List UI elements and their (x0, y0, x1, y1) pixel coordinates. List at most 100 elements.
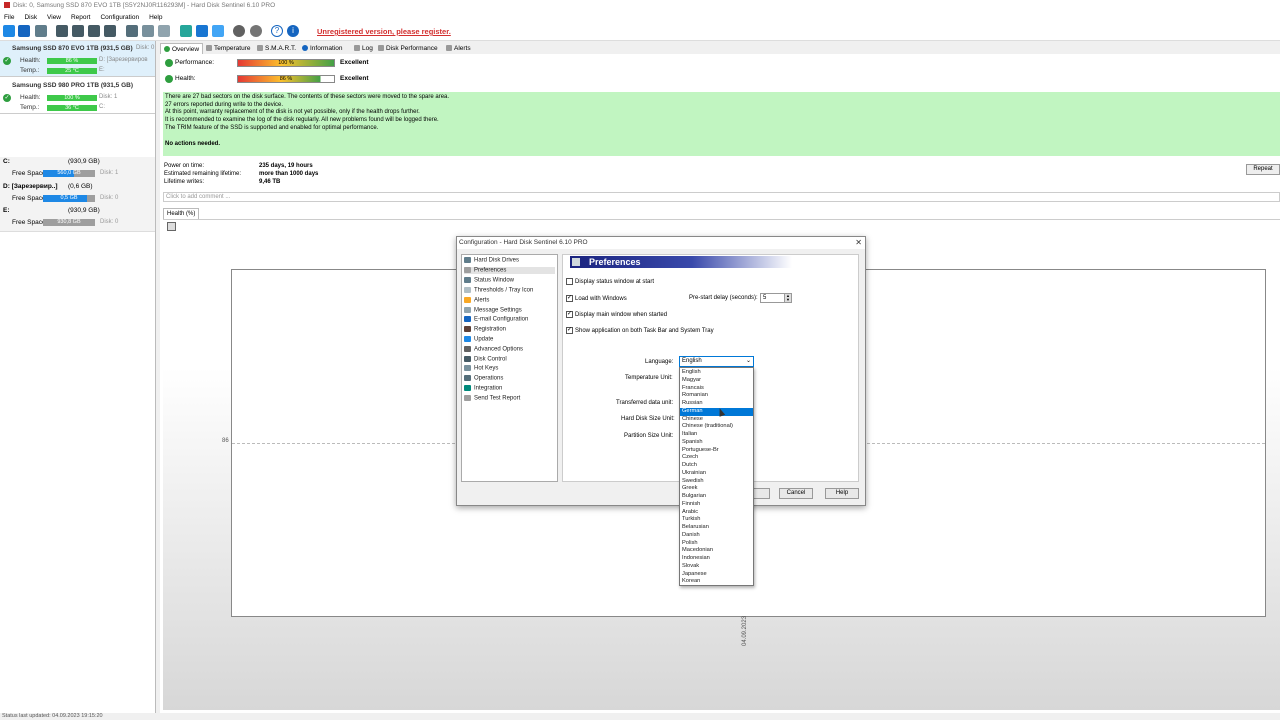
benchmark-icon[interactable] (212, 25, 224, 37)
language-option-indonesian[interactable]: Indonesian (680, 555, 753, 563)
cancel-button[interactable]: Cancel (779, 488, 813, 499)
tab-log[interactable]: Log (351, 43, 376, 54)
language-option-danish[interactable]: Danish (680, 532, 753, 540)
help-button[interactable]: Help (825, 488, 859, 499)
tree-item-integration[interactable]: Integration (464, 385, 502, 392)
info-icon[interactable]: i (287, 25, 299, 37)
tree-item-hard-disk-drives[interactable]: Hard Disk Drives (464, 257, 519, 264)
volume-item-c[interactable]: C: (930,9 GB) Free Space 560,0 GB Disk: … (0, 157, 155, 183)
language-option-chinese-traditional-[interactable]: Chinese (traditional) (680, 423, 753, 431)
language-option-chinese[interactable]: Chinese (680, 416, 753, 424)
tree-item-update[interactable]: Update (464, 336, 493, 343)
prestart-delay-input[interactable]: 5 ▲ ▼ (760, 293, 792, 303)
ok-button[interactable] (752, 488, 770, 499)
refresh-all-icon[interactable] (18, 25, 30, 37)
tree-item-send-test-report[interactable]: Send Test Report (464, 395, 520, 402)
report-icon[interactable] (180, 25, 192, 37)
language-option-korean[interactable]: Korean (680, 578, 753, 586)
close-icon[interactable]: ✕ (855, 237, 862, 249)
tree-item-preferences[interactable]: Preferences (464, 267, 555, 274)
language-option-finnish[interactable]: Finnish (680, 501, 753, 509)
tree-item-status-window[interactable]: Status Window (464, 277, 514, 284)
mail-icon[interactable] (196, 25, 208, 37)
menu-view[interactable]: View (47, 14, 61, 21)
disk-item-0[interactable]: Samsung SSD 870 EVO 1TB (931,5 GB) Disk:… (0, 41, 155, 77)
tab-disk-performance[interactable]: Disk Performance (375, 43, 441, 54)
menu-file[interactable]: File (4, 14, 14, 21)
language-option-russian[interactable]: Russian (680, 400, 753, 408)
disk-test-icon[interactable] (56, 25, 68, 37)
language-option-magyar[interactable]: Magyar (680, 377, 753, 385)
volume-item-d[interactable]: D: [Зарезервир..] (0,6 GB) Free Space 0,… (0, 182, 155, 208)
tab-alerts[interactable]: Alerts (443, 43, 474, 54)
tab-overview[interactable]: Overview (160, 43, 204, 54)
load-windows-option[interactable]: ✓ Load with Windows (566, 295, 627, 302)
language-option-portuguese-br[interactable]: Portuguese-Br (680, 447, 753, 455)
language-option-greek[interactable]: Greek (680, 485, 753, 493)
menu-disk[interactable]: Disk (24, 14, 37, 21)
language-option-francais[interactable]: Francais (680, 385, 753, 393)
repeat-button[interactable]: Repeat (1246, 164, 1280, 175)
volume-item-e[interactable]: E: (930,9 GB) Free Space 930,8 GB Disk: … (0, 206, 155, 232)
save-chart-icon[interactable] (167, 222, 176, 231)
print-icon[interactable] (126, 25, 138, 37)
tab-information[interactable]: Information (299, 43, 346, 54)
language-option-bulgarian[interactable]: Bulgarian (680, 493, 753, 501)
settings-icon[interactable] (233, 25, 245, 37)
tree-item-registration[interactable]: Registration (464, 326, 506, 333)
language-option-dutch[interactable]: Dutch (680, 462, 753, 470)
disk-report-icon[interactable] (104, 25, 116, 37)
disk-info-icon[interactable] (88, 25, 100, 37)
taskbar-option[interactable]: ✓ Show application on both Task Bar and S… (566, 327, 714, 334)
language-option-italian[interactable]: Italian (680, 431, 753, 439)
tree-item-email[interactable]: E-mail Configuration (464, 316, 528, 323)
language-option-english[interactable]: English (680, 369, 753, 377)
language-option-spanish[interactable]: Spanish (680, 439, 753, 447)
comment-input[interactable]: Click to add comment ... (163, 192, 1280, 202)
options-icon[interactable] (250, 25, 262, 37)
menu-configuration[interactable]: Configuration (100, 14, 139, 21)
tab-temperature[interactable]: Temperature (203, 43, 254, 54)
checkbox-checked[interactable]: ✓ (566, 295, 573, 302)
language-option-turkish[interactable]: Turkish (680, 516, 753, 524)
tree-item-operations[interactable]: Operations (464, 375, 503, 382)
language-option-belarusian[interactable]: Belarusian (680, 524, 753, 532)
tree-item-disk-control[interactable]: Disk Control (464, 356, 507, 363)
tree-item-thresholds[interactable]: Thresholds / Tray Icon (464, 287, 533, 294)
menu-report[interactable]: Report (71, 14, 91, 21)
spinner-icon[interactable]: ▲ ▼ (784, 294, 791, 302)
language-option-czech[interactable]: Czech (680, 454, 753, 462)
disk-item-1[interactable]: Samsung SSD 980 PRO 1TB (931,5 GB) ✓ Hea… (0, 78, 155, 114)
main-window-option[interactable]: ✓ Display main window when started (566, 311, 667, 318)
save-icon[interactable] (142, 25, 154, 37)
checkbox-checked[interactable]: ✓ (566, 311, 573, 318)
language-option-swedish[interactable]: Swedish (680, 478, 753, 486)
language-option-polish[interactable]: Polish (680, 540, 753, 548)
status-window-option[interactable]: Display status window at start (566, 278, 654, 285)
tab-smart[interactable]: S.M.A.R.T. (254, 43, 299, 54)
surface-test-icon[interactable] (72, 25, 84, 37)
help-icon[interactable]: ? (271, 25, 283, 37)
checkbox-unchecked[interactable] (566, 278, 573, 285)
language-option-japanese[interactable]: Japanese (680, 571, 753, 579)
checkbox-checked[interactable]: ✓ (566, 327, 573, 334)
language-option-ukrainian[interactable]: Ukrainian (680, 470, 753, 478)
send-icon[interactable] (158, 25, 170, 37)
language-option-macedonian[interactable]: Macedonian (680, 547, 753, 555)
preferences-header: Preferences (570, 256, 792, 268)
message-line: 27 errors reported during write to the d… (165, 101, 284, 108)
tree-item-alerts[interactable]: Alerts (464, 297, 489, 304)
unregistered-link[interactable]: Unregistered version, please register. (317, 27, 451, 36)
tree-item-message-settings[interactable]: Message Settings (464, 307, 522, 314)
tree-item-advanced-options[interactable]: Advanced Options (464, 346, 523, 353)
language-select[interactable]: English ⌄ (679, 356, 754, 367)
menu-help[interactable]: Help (149, 14, 162, 21)
window-title-bar: Disk: 0, Samsung SSD 870 EVO 1TB [S5Y2NJ… (0, 0, 1280, 12)
language-option-romanian[interactable]: Romanian (680, 392, 753, 400)
refresh-icon[interactable] (3, 25, 15, 37)
tree-item-hot-keys[interactable]: Hot Keys (464, 365, 498, 372)
language-option-slovak[interactable]: Slovak (680, 563, 753, 571)
language-option-arabic[interactable]: Arabic (680, 509, 753, 517)
disk-icon[interactable] (35, 25, 47, 37)
health-chart-tab[interactable]: Health (%) (163, 208, 200, 219)
